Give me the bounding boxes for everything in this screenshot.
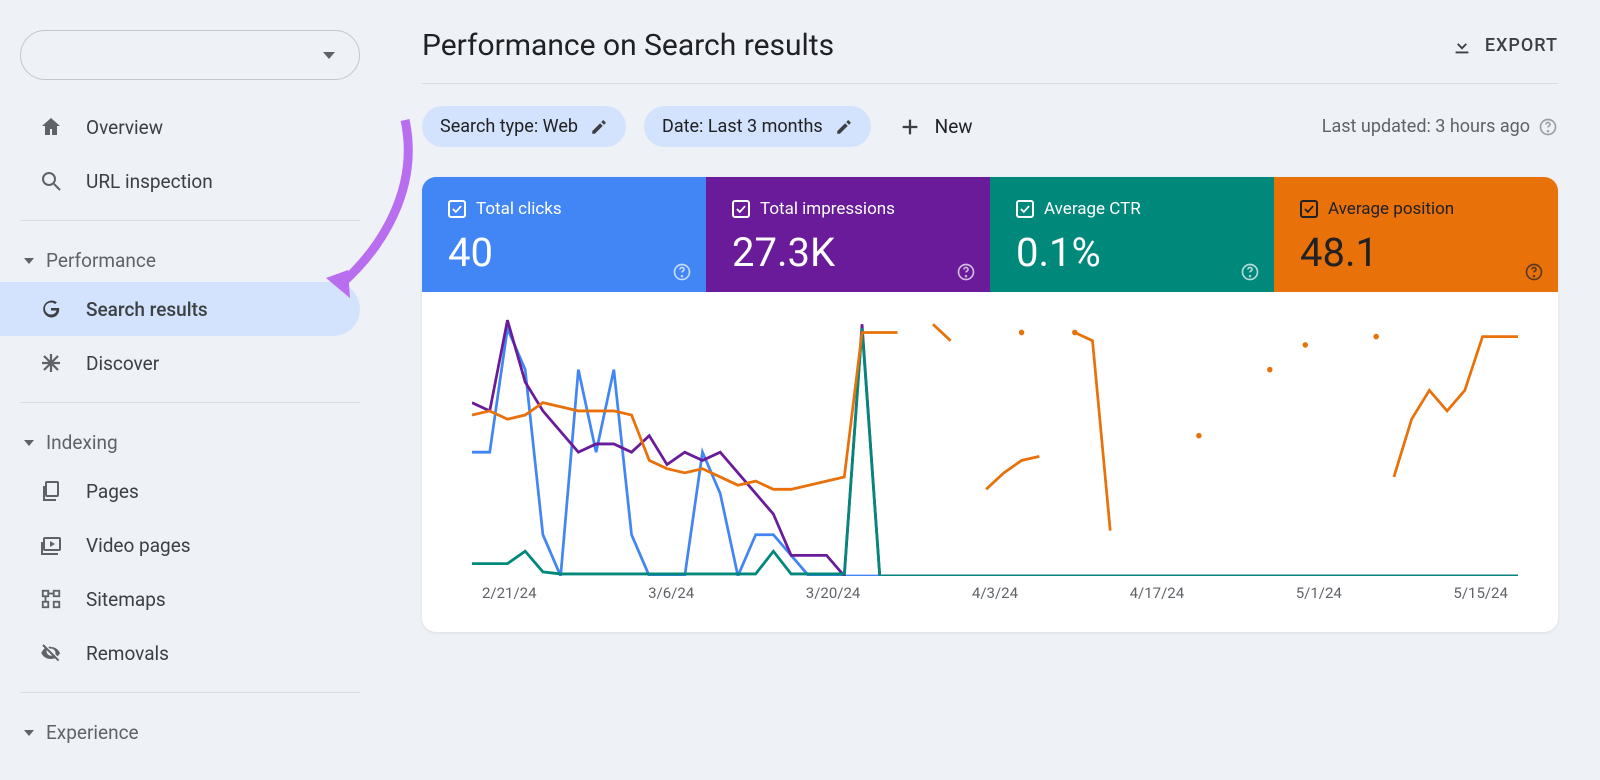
nav-label: Video pages <box>86 534 191 557</box>
x-tick-label: 5/15/24 <box>1453 584 1508 602</box>
divider <box>20 402 360 403</box>
last-updated-text: Last updated: 3 hours ago <box>1322 116 1530 137</box>
help-icon[interactable] <box>1538 117 1558 137</box>
section-label: Experience <box>46 721 139 744</box>
new-filter-button[interactable]: New <box>889 115 983 138</box>
x-tick-label: 5/1/24 <box>1296 584 1342 602</box>
nav-label: URL inspection <box>86 170 213 193</box>
page-title: Performance on Search results <box>422 28 834 63</box>
nav-label: Overview <box>86 116 163 139</box>
metric-value: 48.1 <box>1300 229 1536 276</box>
plus-icon <box>899 116 921 138</box>
metric-value: 0.1% <box>1016 229 1252 276</box>
help-icon[interactable] <box>1524 262 1544 282</box>
section-label: Indexing <box>46 431 118 454</box>
metric-total-impressions[interactable]: Total impressions 27.3K <box>706 177 990 292</box>
nav-label: Removals <box>86 642 169 665</box>
section-performance[interactable]: Performance <box>0 233 380 282</box>
section-label: Performance <box>46 249 156 272</box>
nav-search-results[interactable]: Search results <box>0 282 360 336</box>
performance-card: Total clicks 40 Total impressions 27.3K <box>422 177 1558 632</box>
property-selector[interactable] <box>20 30 360 80</box>
nav-label: Sitemaps <box>86 588 166 611</box>
sitemap-icon <box>38 586 64 612</box>
help-icon[interactable] <box>1240 262 1260 282</box>
metric-label: Average position <box>1328 199 1454 219</box>
edit-icon <box>590 118 608 136</box>
filter-row: Search type: Web Date: Last 3 months New… <box>422 84 1558 177</box>
chevron-down-icon <box>24 730 34 736</box>
metric-label: Total impressions <box>760 199 895 219</box>
x-tick-label: 3/6/24 <box>648 584 694 602</box>
new-label: New <box>935 115 973 138</box>
checkbox-icon <box>448 200 466 218</box>
home-icon <box>38 114 64 140</box>
checkbox-icon <box>1016 200 1034 218</box>
checkbox-icon <box>732 200 750 218</box>
metric-value: 40 <box>448 229 684 276</box>
nav-pages[interactable]: Pages <box>0 464 360 518</box>
chevron-down-icon <box>24 440 34 446</box>
sidebar: Overview URL inspection Performance Sear… <box>0 0 380 780</box>
export-button[interactable]: EXPORT <box>1451 35 1558 57</box>
metric-label: Total clicks <box>476 199 562 219</box>
chart-x-axis: 2/21/24 3/6/24 3/20/24 4/3/24 4/17/24 5/1/24 5… <box>472 576 1518 602</box>
metric-total-clicks[interactable]: Total clicks 40 <box>422 177 706 292</box>
visibility-off-icon <box>38 640 64 666</box>
chip-label: Search type: Web <box>440 116 578 137</box>
x-tick-label: 2/21/24 <box>482 584 537 602</box>
chip-label: Date: Last 3 months <box>662 116 823 137</box>
chart-area: 2/21/24 3/6/24 3/20/24 4/3/24 4/17/24 5/1/24 5… <box>422 292 1558 632</box>
nav-label: Search results <box>86 298 208 321</box>
video-icon <box>38 532 64 558</box>
metric-label: Average CTR <box>1044 199 1141 219</box>
nav-removals[interactable]: Removals <box>0 626 360 680</box>
metric-value: 27.3K <box>732 229 968 276</box>
search-icon <box>38 168 64 194</box>
help-icon[interactable] <box>672 262 692 282</box>
divider <box>20 692 360 693</box>
chip-search-type[interactable]: Search type: Web <box>422 106 626 147</box>
help-icon[interactable] <box>956 262 976 282</box>
chevron-down-icon <box>323 52 335 59</box>
nav-sitemaps[interactable]: Sitemaps <box>0 572 360 626</box>
download-icon <box>1451 35 1473 57</box>
checkbox-icon <box>1300 200 1318 218</box>
nav-discover[interactable]: Discover <box>0 336 360 390</box>
google-icon <box>38 296 64 322</box>
x-tick-label: 4/3/24 <box>972 584 1018 602</box>
chevron-down-icon <box>24 258 34 264</box>
nav-overview[interactable]: Overview <box>0 100 360 154</box>
pages-icon <box>38 478 64 504</box>
chip-date[interactable]: Date: Last 3 months <box>644 106 871 147</box>
edit-icon <box>835 118 853 136</box>
nav-label: Pages <box>86 480 139 503</box>
main-content: Performance on Search results EXPORT Sea… <box>380 0 1600 780</box>
last-updated: Last updated: 3 hours ago <box>1322 116 1558 137</box>
x-tick-label: 3/20/24 <box>806 584 861 602</box>
divider <box>20 220 360 221</box>
nav-url-inspection[interactable]: URL inspection <box>0 154 360 208</box>
x-tick-label: 4/17/24 <box>1130 584 1185 602</box>
metric-average-position[interactable]: Average position 48.1 <box>1274 177 1558 292</box>
nav-label: Discover <box>86 352 159 375</box>
performance-chart[interactable] <box>472 316 1518 576</box>
asterisk-icon <box>38 350 64 376</box>
section-indexing[interactable]: Indexing <box>0 415 380 464</box>
nav-video-pages[interactable]: Video pages <box>0 518 360 572</box>
section-experience[interactable]: Experience <box>0 705 380 754</box>
metrics-row: Total clicks 40 Total impressions 27.3K <box>422 177 1558 292</box>
metric-average-ctr[interactable]: Average CTR 0.1% <box>990 177 1274 292</box>
page-header: Performance on Search results EXPORT <box>422 28 1558 84</box>
export-label: EXPORT <box>1485 35 1558 56</box>
